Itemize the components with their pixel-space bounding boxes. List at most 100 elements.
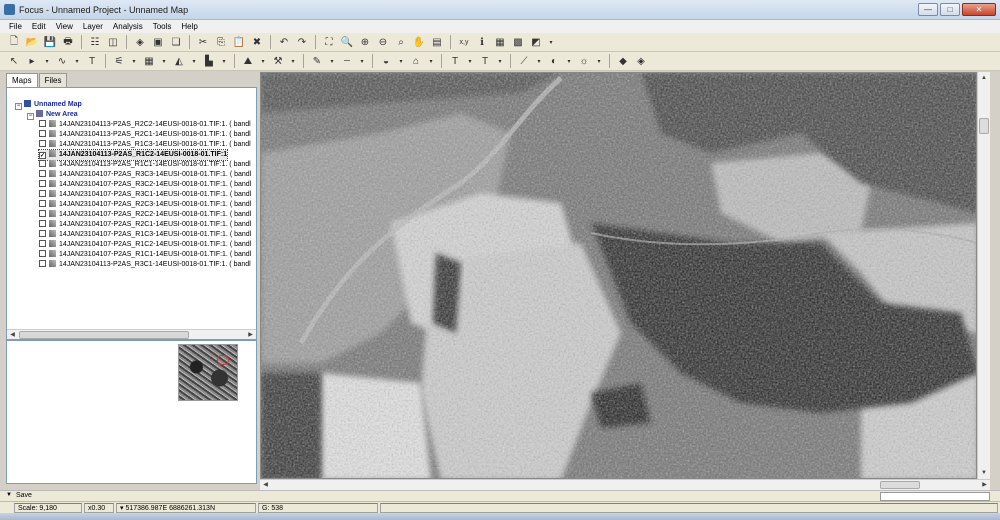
new-icon[interactable]: 🗋 [6,34,22,50]
save-icon[interactable]: 💾 [42,34,58,50]
zoom-in-icon[interactable]: ⊕ [357,34,373,50]
dropdown-arrow-icon[interactable]: ▾ [495,53,505,69]
tree-horizontal-scrollbar[interactable]: ◀ ▶ [7,329,256,339]
view-icon[interactable]: ◫ [105,34,121,50]
layer-item[interactable]: 14JAN23104107-P2AS_R1C2-14EUSI-0018-01.T… [39,240,251,250]
delete-icon[interactable]: ✖ [249,34,265,50]
arrow-icon[interactable]: ▸ [24,53,40,69]
layer-item[interactable]: 14JAN23104113-P2AS_R1C1-14EUSI-0018-01.T… [39,160,251,170]
brush-icon[interactable]: ⚟ [111,53,127,69]
opacity-icon[interactable]: ◐ [546,53,562,69]
zoom-out-icon[interactable]: ⊖ [375,34,391,50]
layer-visibility-checkbox[interactable] [39,140,46,147]
properties-icon[interactable]: ☷ [87,34,103,50]
map-vertical-scrollbar[interactable]: ▲ ▼ [977,72,990,479]
dropdown-arrow-icon[interactable]: ▾ [465,53,475,69]
layer-item[interactable]: 14JAN23104113-P2AS_R2C2-14EUSI-0018-01.T… [39,120,251,130]
layer-visibility-checkbox[interactable] [39,130,46,137]
menu-edit[interactable]: Edit [27,20,51,33]
redo-icon[interactable]: ↷ [294,34,310,50]
eraser-icon[interactable]: ◈ [132,34,148,50]
text-style-icon[interactable]: T [447,53,463,69]
dropdown-arrow-icon[interactable]: ▾ [189,53,199,69]
dropdown-arrow-icon[interactable]: ▾ [534,53,544,69]
scroll-left-icon[interactable]: ◀ [7,330,18,339]
map-node[interactable]: − Unnamed Map [15,100,82,110]
menu-tools[interactable]: Tools [148,20,177,33]
layer-visibility-checkbox[interactable] [39,230,46,237]
menu-layer[interactable]: Layer [78,20,108,33]
layer-item[interactable]: 14JAN23104107-P2AS_R1C3-14EUSI-0018-01.T… [39,230,251,240]
maximize-button[interactable]: □ [940,3,960,16]
map-scroll-left-icon[interactable]: ◀ [260,480,271,490]
dropdown-arrow-icon[interactable]: ▾ [129,53,139,69]
layer-item[interactable]: 14JAN23104113-P2AS_R1C3-14EUSI-0018-01.T… [39,140,251,150]
layer-visibility-checkbox[interactable] [39,240,46,247]
zoom-extent-icon[interactable]: ⛶ [321,34,337,50]
open-icon[interactable]: 📂 [24,34,40,50]
layer-visibility-checkbox[interactable] [39,190,46,197]
layer-b-icon[interactable]: ◈ [633,53,649,69]
select-icon[interactable]: ↖ [6,53,22,69]
grid-icon[interactable]: ▩ [510,34,526,50]
table-icon[interactable]: ▦ [492,34,508,50]
copy-icon[interactable]: ⎘ [213,34,229,50]
dropdown-arrow-icon[interactable]: ▾ [219,53,229,69]
layer-item[interactable]: 14JAN23104107-P2AS_R2C3-14EUSI-0018-01.T… [39,200,251,210]
layer-item[interactable]: 14JAN23104113-P2AS_R3C1-14EUSI-0018-01.T… [39,260,251,270]
collapse-node-icon[interactable]: − [15,103,22,110]
dropdown-arrow-icon[interactable]: ▾ [42,53,52,69]
export-icon[interactable]: ▙ [201,53,217,69]
terrain-icon[interactable]: ⛰ [240,53,256,69]
frame-icon[interactable]: ▣ [150,34,166,50]
dropdown-arrow-icon[interactable]: ▾ [357,53,367,69]
pen-color-icon[interactable]: ✎ [309,53,325,69]
zoom-1to1-icon[interactable]: ▤ [429,34,445,50]
layer-visibility-checkbox[interactable] [39,210,46,217]
map-vscroll-thumb[interactable] [979,118,989,134]
layer-item[interactable]: 14JAN23104107-P2AS_R3C2-14EUSI-0018-01.T… [39,180,251,190]
menu-file[interactable]: File [4,20,27,33]
layer-item[interactable]: 14JAN23104107-P2AS_R2C2-14EUSI-0018-01.T… [39,210,251,220]
dropdown-arrow-icon[interactable]: ▾ [288,53,298,69]
info-icon[interactable]: ℹ [474,34,490,50]
scroll-down-icon[interactable]: ▼ [978,467,990,479]
zoom-box-icon[interactable]: 🔍 [339,34,355,50]
layer-visibility-checkbox[interactable] [39,120,46,127]
dropdown-arrow-icon[interactable]: ▾ [396,53,406,69]
chart-icon[interactable]: ◩ [528,34,544,50]
layer-item[interactable]: 14JAN23104113-P2AS_R2C1-14EUSI-0018-01.T… [39,130,251,140]
paste-icon[interactable]: 📋 [231,34,247,50]
symbol-icon[interactable]: ⌂ [408,53,424,69]
menu-help[interactable]: Help [176,20,202,33]
curve-icon[interactable]: ⟋ [516,53,532,69]
collapse-node-icon[interactable]: − [27,113,34,120]
layer-item[interactable]: 14JAN23104107-P2AS_R3C1-14EUSI-0018-01.T… [39,190,251,200]
dropdown-arrow-icon[interactable]: ▾ [426,53,436,69]
area-node[interactable]: − New Area [27,110,78,120]
zoom-window-icon[interactable]: ⌕ [393,34,409,50]
map-horizontal-scrollbar[interactable]: ◀ ▶ [260,479,990,490]
layer-item[interactable]: 14JAN23104113-P2AS_R1C2-14EUSI-0018-01.T… [37,149,229,161]
close-button[interactable]: ✕ [962,3,996,16]
menu-analysis[interactable]: Analysis [108,20,148,33]
layer-visibility-checkbox[interactable] [39,170,46,177]
map-view[interactable] [260,72,977,479]
layer-visibility-checkbox[interactable] [39,250,46,257]
layer-visibility-checkbox[interactable] [39,160,46,167]
layer-item[interactable]: 14JAN23104107-P2AS_R2C1-14EUSI-0018-01.T… [39,220,251,230]
fill-icon[interactable]: ◭ [171,53,187,69]
layer-visibility-checkbox[interactable] [39,200,46,207]
tab-maps[interactable]: Maps [6,73,38,87]
xy-icon[interactable]: x,y [456,34,472,50]
tab-files[interactable]: Files [38,73,68,87]
collapse-icon[interactable]: ▼ [6,492,12,498]
print-icon[interactable]: 🖶 [60,34,76,50]
line-style-icon[interactable]: ┄ [339,53,355,69]
minimize-button[interactable]: — [918,3,938,16]
overview-view-extent[interactable] [217,355,229,365]
layer-a-icon[interactable]: ◆ [615,53,631,69]
map-scroll-right-icon[interactable]: ▶ [979,480,990,490]
dropdown-arrow-icon[interactable]: ▾ [594,53,604,69]
text-size-icon[interactable]: T [477,53,493,69]
